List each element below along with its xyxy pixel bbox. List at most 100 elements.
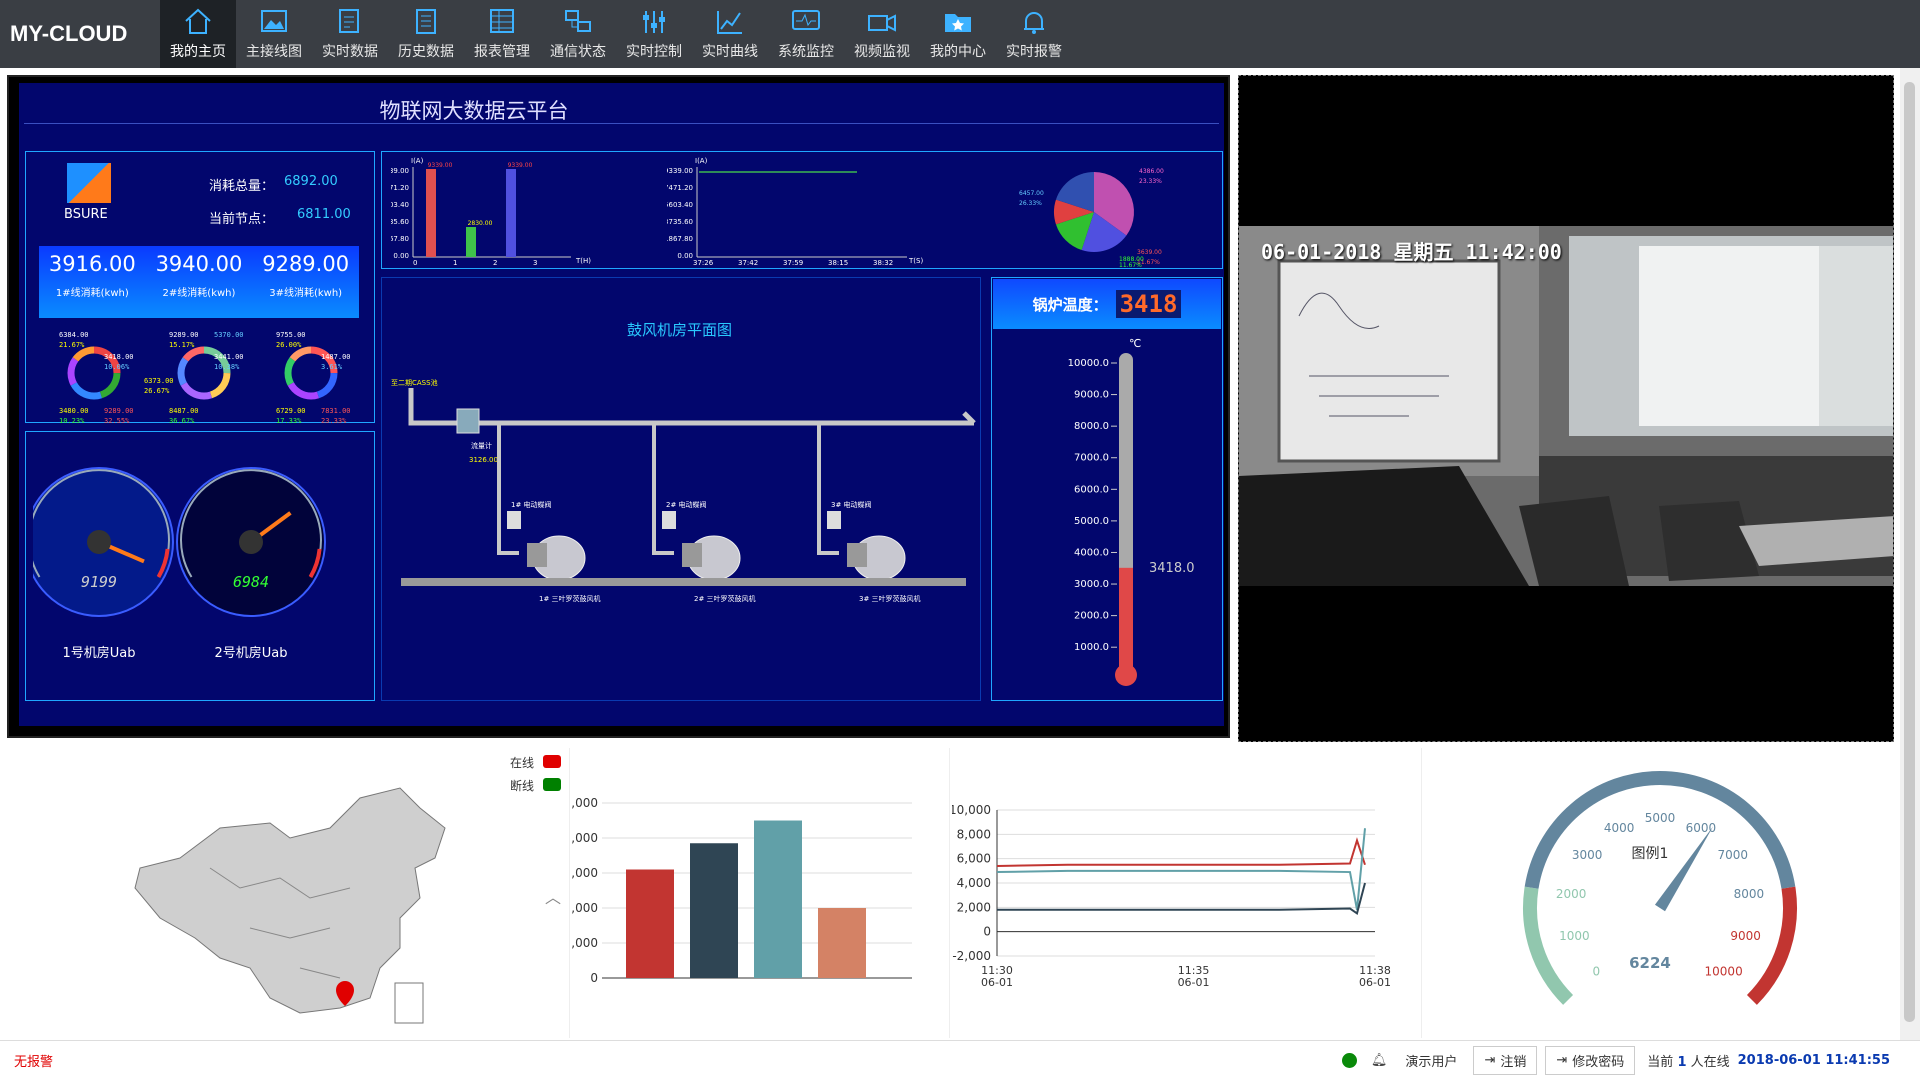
gauge-tick-label: 0	[1593, 965, 1601, 979]
nav-label: 历史数据	[398, 44, 454, 60]
blower-label: 1# 三叶罗茨鼓风机	[539, 594, 601, 603]
main-pipe	[408, 388, 976, 426]
brand-logo: MY-CLOUD	[10, 21, 128, 46]
donut-label: 10.06%	[104, 363, 130, 371]
chevron-up-icon[interactable]: ︿	[545, 884, 561, 908]
nav-item-5[interactable]: 通信状态	[540, 0, 616, 68]
nav-label: 实时控制	[626, 44, 682, 60]
donut-label: 32.55%	[104, 417, 130, 423]
nav-item-3[interactable]: 历史数据	[388, 0, 464, 68]
change-password-button[interactable]: ⇥ 修改密码	[1545, 1045, 1636, 1075]
iot-dashboard-panel: 物联网大数据云平台 BSURE 消耗总量： 6892.00 当前节点： 6811…	[7, 75, 1230, 738]
gauge-band	[1523, 886, 1574, 1005]
donut-label: 17.33%	[276, 417, 302, 423]
consumption-strip: 3916.00 1#线消耗(kwh) 3940.00 2#线消耗(kwh) 9289.0…	[39, 246, 359, 318]
table-icon	[490, 9, 514, 33]
nav-item-4[interactable]: 报表管理	[464, 0, 540, 68]
nav-item-11[interactable]: 实时报警	[996, 0, 1072, 68]
nav-item-1[interactable]: 主接线图	[236, 0, 312, 68]
gauge-tick-label: 6000	[1686, 821, 1717, 835]
gauge-tick-label: 5000	[1645, 811, 1676, 825]
china-map[interactable]	[100, 768, 570, 1048]
valve-icon	[827, 511, 841, 529]
bell-icon[interactable]: 🔔︎	[1371, 1053, 1388, 1068]
donut-label: 9289.00	[104, 407, 134, 415]
speed-gauges: 9199 1号机房Uab 6984 2号机房Uab	[33, 467, 326, 661]
bar-ytick: 8,000	[572, 831, 598, 845]
valve-label: 1# 电动蝶阀	[511, 500, 552, 509]
thermometer: ℃ 10000.0 9000.0 8000.0 7000.0 6000.0 5000.0 40…	[1068, 337, 1195, 686]
top-navbar: MY-CLOUD 我的主页 主接线图 实时数据 历史数据 报表管理 通信状态 实时控制 实时曲…	[0, 0, 1920, 68]
valve-icon	[662, 511, 676, 529]
gauge-series-name: 图例1	[1632, 846, 1669, 862]
legend-offline-swatch[interactable]	[543, 778, 561, 791]
blower-body	[682, 543, 702, 567]
thermo-scale-label: 6000.0	[1074, 484, 1109, 495]
mini-line-ytick: 0.00	[677, 252, 693, 260]
map-panel: 在线 断线 ︿	[0, 748, 570, 1038]
mini-line-ytick: 9339.00	[667, 167, 693, 175]
nav-item-9[interactable]: 视频监视	[844, 0, 920, 68]
home-icon	[185, 8, 211, 34]
pie-label: 23.33%	[1139, 178, 1162, 185]
donut-label: 6373.00	[144, 377, 174, 385]
bar-chart: 0,000 8,000 6,000 4,000 2,000 0	[564, 796, 912, 985]
bar-ytick: 4,000	[572, 901, 598, 915]
nav-item-6[interactable]: 实时控制	[616, 0, 692, 68]
nav-item-10[interactable]: 我的中心	[920, 0, 996, 68]
gauge-tick-label: 4000	[1604, 821, 1635, 835]
mini-bar-ytick: 9339.00	[391, 167, 409, 175]
donut-label: 3441.00	[214, 353, 244, 361]
boiler-value: 3418	[1115, 290, 1182, 318]
thermo-scale-label: 5000.0	[1074, 516, 1109, 527]
nav-label: 系统监控	[778, 44, 834, 60]
pie-label: 4386.00	[1139, 168, 1164, 175]
donut-charts: 6384.00 21.67% 3418.00 10.06% 3480.00 10.23% 9…	[59, 331, 351, 423]
network-icon	[565, 10, 591, 32]
gauge-tick-label: 8000	[1734, 887, 1765, 901]
mini-bar	[466, 227, 476, 257]
mini-bar-ytick: 5603.40	[391, 201, 409, 209]
alarm-status: 无报警	[14, 1054, 54, 1070]
donut-label: 23.33%	[321, 417, 347, 423]
mini-bar-ylabel: I(A)	[411, 157, 424, 165]
gauge-pointer	[1654, 826, 1714, 912]
bar-ytick: 0	[590, 971, 598, 985]
dashboard-title: 物联网大数据云平台	[379, 99, 569, 123]
nav-label: 实时报警	[1006, 44, 1062, 60]
thermo-scale-label: 1000.0	[1074, 642, 1109, 653]
vertical-scrollbar[interactable]	[1900, 68, 1920, 1040]
thermo-scale-label: 10000.0	[1068, 358, 1109, 369]
legend-online-swatch[interactable]	[543, 755, 561, 768]
gauge-panel: 0 1000 2000 3000 4000 5000 6000 7000 8000 9000 100…	[1424, 748, 1898, 1038]
online-dot-icon	[1341, 1052, 1357, 1068]
camera-icon	[868, 14, 896, 32]
gauge-band	[1746, 886, 1797, 1005]
dashboard-canvas: 物联网大数据云平台 BSURE 消耗总量： 6892.00 当前节点： 6811…	[19, 83, 1224, 726]
nav-label: 实时曲线	[702, 44, 758, 60]
donut-label: 36.67%	[169, 417, 195, 423]
monitor-icon	[792, 10, 820, 30]
mini-bar	[506, 169, 516, 257]
mini-bar-xtick: 3	[533, 259, 537, 267]
mini-bar-chart: I(A)9339.007471.205603.403735.601867.800…	[391, 157, 591, 267]
logout-button[interactable]: ⇥ 注销	[1473, 1045, 1538, 1075]
bar-ytick: 0,000	[572, 796, 598, 810]
nav-item-8[interactable]: 系统监控	[768, 0, 844, 68]
gauge-label: 1号机房Uab	[62, 645, 135, 661]
mini-bar-label: 9339.00	[508, 162, 533, 169]
nav-item-7[interactable]: 实时曲线	[692, 0, 768, 68]
donut-label: 3418.00	[104, 353, 134, 361]
inlet-label: 至二期CASS池	[391, 378, 438, 387]
bsure-logo	[67, 163, 111, 203]
consumption-value: 9289.00	[262, 252, 350, 276]
consumption-item: 9289.00 3#线消耗(kwh)	[262, 252, 349, 318]
nav-item-0[interactable]: 我的主页	[160, 0, 236, 68]
donut-label: 7831.00	[321, 407, 351, 415]
nav-label: 报表管理	[474, 44, 530, 60]
node-label: 当前节点：	[209, 212, 275, 227]
video-feed[interactable]: 06-01-2018 星期五 11:42:00	[1238, 75, 1894, 742]
nav-item-2[interactable]: 实时数据	[312, 0, 388, 68]
blower-body	[847, 543, 867, 567]
donut-label: 5370.00	[214, 331, 244, 339]
